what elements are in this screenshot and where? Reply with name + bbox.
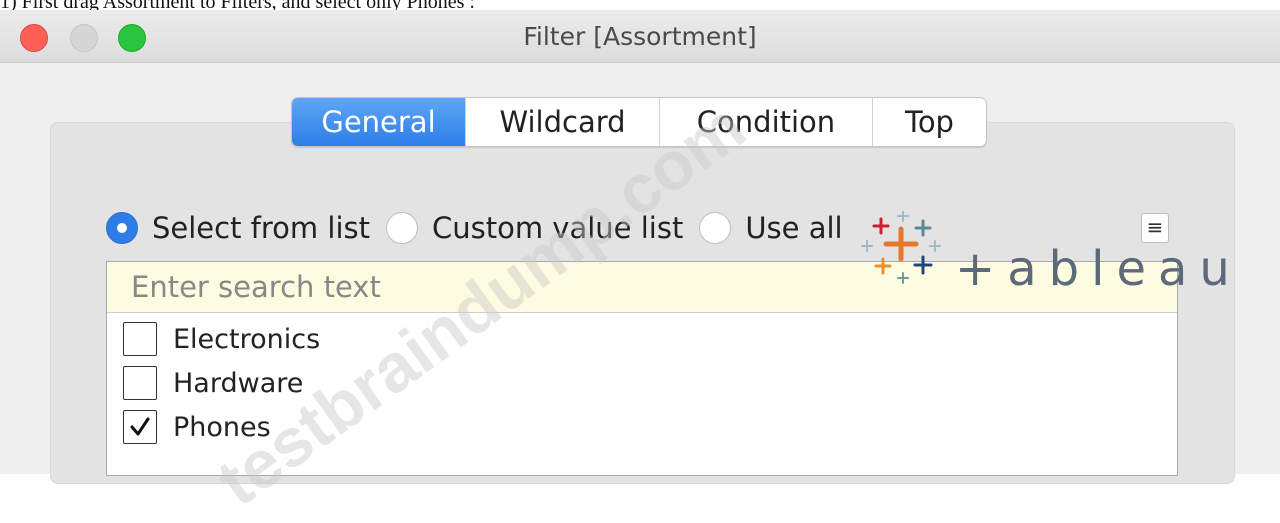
search-input[interactable] (107, 262, 1177, 313)
option-use-all[interactable]: Use all (699, 211, 843, 245)
tab-top[interactable]: Top (872, 98, 986, 146)
list-item-label: Hardware (173, 367, 304, 399)
radio-use-all[interactable] (699, 212, 732, 244)
option-select-from-list[interactable]: Select from list (106, 211, 370, 245)
list-item-label: Phones (173, 411, 271, 443)
dialog-content: General Wildcard Condition Top Select fr… (0, 63, 1280, 521)
checkbox-hardware[interactable] (123, 366, 157, 400)
filter-tabs: General Wildcard Condition Top (291, 97, 987, 147)
tab-condition[interactable]: Condition (659, 98, 872, 146)
option-label: Select from list (152, 211, 370, 245)
option-label: Custom value list (431, 211, 684, 245)
radio-custom-value-list[interactable] (385, 212, 418, 244)
window-titlebar: Filter [Assortment] (0, 10, 1280, 63)
list-item-label: Electronics (173, 323, 321, 355)
checkmark-icon (130, 417, 150, 436)
checkbox-phones[interactable] (123, 410, 157, 444)
list-item-hardware[interactable]: Hardware (123, 363, 303, 403)
list-item-electronics[interactable]: Electronics (123, 319, 320, 359)
list-item-phones[interactable]: Phones (123, 407, 271, 447)
list-menu-icon[interactable]: ≡ (1141, 213, 1169, 243)
checkbox-electronics[interactable] (123, 322, 157, 356)
tab-wildcard[interactable]: Wildcard (465, 98, 659, 146)
radio-select-from-list[interactable] (106, 212, 138, 244)
selection-mode-group: Select from list Custom value list Use a… (106, 203, 859, 253)
tab-general[interactable]: General (292, 98, 465, 146)
option-custom-value-list[interactable]: Custom value list (385, 211, 684, 245)
values-list: Electronics Hardware Phones (106, 261, 1178, 476)
option-label: Use all (745, 211, 843, 245)
window-title: Filter [Assortment] (523, 22, 757, 51)
